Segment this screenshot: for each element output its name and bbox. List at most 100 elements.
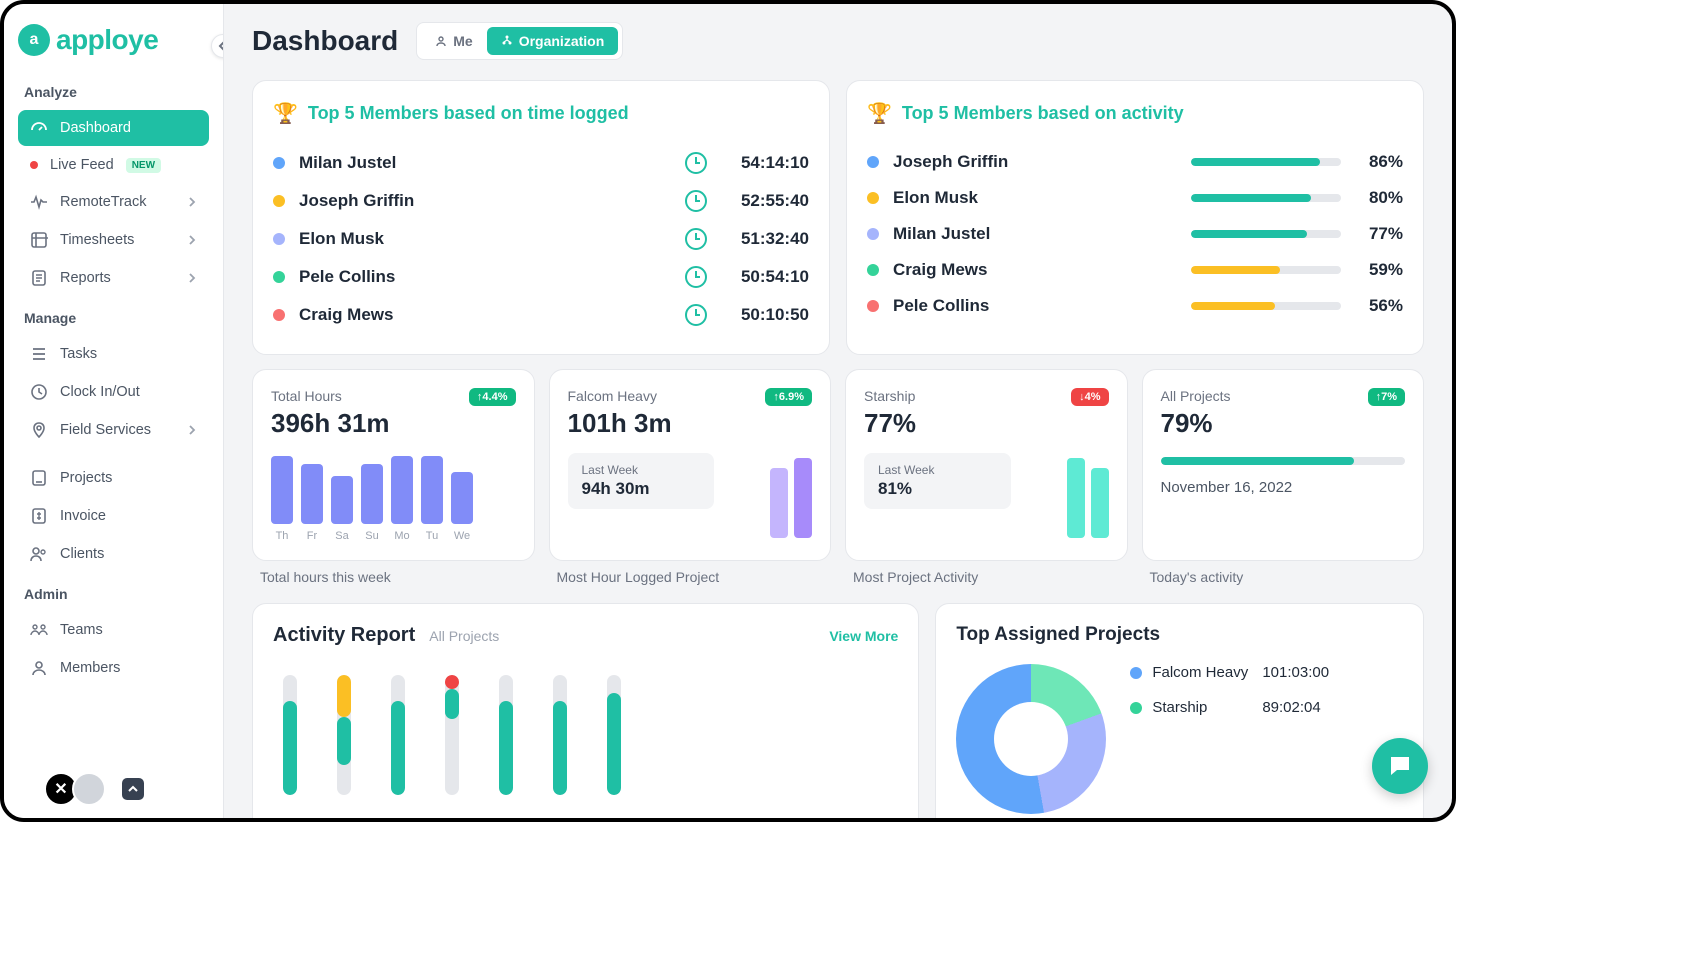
nav-label: Tasks xyxy=(60,346,97,362)
twin-bars xyxy=(770,458,812,538)
nav-invoice[interactable]: Invoice xyxy=(18,498,209,534)
nav-timesheets[interactable]: Timesheets xyxy=(18,222,209,258)
live-dot-icon xyxy=(30,161,38,169)
bar-label: Su xyxy=(365,530,378,542)
member-name: Elon Musk xyxy=(299,229,671,249)
clients-icon xyxy=(30,545,48,563)
teams-icon xyxy=(30,621,48,639)
last-week-label: Last Week xyxy=(878,463,997,477)
stat-value: 101h 3m xyxy=(568,408,813,439)
color-dot xyxy=(273,157,285,169)
activity-bar xyxy=(553,675,567,795)
bar xyxy=(301,464,323,524)
legend-name: Starship xyxy=(1152,699,1252,716)
chat-button[interactable] xyxy=(1372,738,1428,794)
member-name: Milan Justel xyxy=(299,153,671,173)
chat-icon xyxy=(1387,753,1413,779)
view-more-link[interactable]: View More xyxy=(829,628,898,644)
bar-label: We xyxy=(454,530,470,542)
activity-icon xyxy=(30,193,48,211)
stat-value: 77% xyxy=(864,408,1109,439)
trophy-icon: 🏆 xyxy=(273,101,298,126)
weekly-bars: ThFrSaSuMoTuWe xyxy=(271,457,516,542)
clock-icon xyxy=(30,383,48,401)
bar-label: Tu xyxy=(426,530,438,542)
nav-live-feed[interactable]: Live Feed NEW xyxy=(18,148,209,182)
sidebar: a apploye Analyze Dashboard Live Feed NE… xyxy=(4,4,224,818)
sidebar-collapse-button[interactable] xyxy=(211,34,224,58)
toggle-me[interactable]: Me xyxy=(421,27,486,55)
member-row: Craig Mews 50:10:50 xyxy=(273,296,809,334)
bar xyxy=(451,472,473,524)
stat-value: 396h 31m xyxy=(271,408,516,439)
footer-avatars: ✕ xyxy=(44,772,144,806)
view-toggle: Me Organization xyxy=(416,22,623,60)
section-admin: Admin xyxy=(24,586,209,602)
nav-projects[interactable]: Projects xyxy=(18,460,209,496)
stat-project-activity: Starship ↓4% 77% Last Week 81% xyxy=(845,369,1128,561)
progress-bar xyxy=(1161,457,1406,465)
caption: Total hours this week xyxy=(252,569,535,585)
member-row: Joseph Griffin 86% xyxy=(867,144,1403,180)
invoice-icon xyxy=(30,507,48,525)
bar xyxy=(331,476,353,524)
legend-dot xyxy=(1130,702,1142,714)
nav-remote-track[interactable]: RemoteTrack xyxy=(18,184,209,220)
member-row: Pele Collins 56% xyxy=(867,288,1403,324)
nav-label: RemoteTrack xyxy=(60,194,146,210)
color-dot xyxy=(867,264,879,276)
color-dot xyxy=(867,300,879,312)
bar xyxy=(271,456,293,524)
color-dot xyxy=(867,228,879,240)
nav-reports[interactable]: Reports xyxy=(18,260,209,296)
bar-label: Th xyxy=(276,530,289,542)
nav-label: Clients xyxy=(60,546,104,562)
title-text: Top 5 Members based on activity xyxy=(902,103,1184,124)
bar-column: Mo xyxy=(391,456,413,542)
toggle-label: Me xyxy=(453,33,472,49)
nav-label: Members xyxy=(60,660,120,676)
person-icon xyxy=(435,35,447,47)
stat-value: 79% xyxy=(1161,408,1406,439)
nav-teams[interactable]: Teams xyxy=(18,612,209,648)
progress-bar xyxy=(1191,302,1341,310)
nav-dashboard[interactable]: Dashboard xyxy=(18,110,209,146)
stat-total-hours: Total Hours ↑4.4% 396h 31m ThFrSaSuMoTuW… xyxy=(252,369,535,561)
trend-badge: ↓4% xyxy=(1071,388,1108,406)
clock-icon xyxy=(685,228,707,250)
activity-report-card: Activity Report All Projects View More xyxy=(252,603,919,818)
percent-value: 86% xyxy=(1355,152,1403,172)
brand-logo: a apploye xyxy=(18,24,209,56)
section-manage: Manage xyxy=(24,310,209,326)
progress-bar xyxy=(1191,266,1341,274)
scroll-up-button[interactable] xyxy=(122,778,144,800)
section-analyze: Analyze xyxy=(24,84,209,100)
activity-bar xyxy=(337,675,351,795)
clock-icon xyxy=(685,266,707,288)
trophy-icon: 🏆 xyxy=(867,101,892,126)
time-value: 50:54:10 xyxy=(729,267,809,287)
nav-clock[interactable]: Clock In/Out xyxy=(18,374,209,410)
toggle-organization[interactable]: Organization xyxy=(487,27,619,55)
nav-tasks[interactable]: Tasks xyxy=(18,336,209,372)
bar-column: Th xyxy=(271,456,293,542)
chevron-right-icon xyxy=(187,273,197,283)
nav-members[interactable]: Members xyxy=(18,650,209,686)
chevron-right-icon xyxy=(187,197,197,207)
nav-field[interactable]: Field Services xyxy=(18,412,209,448)
bar xyxy=(421,456,443,524)
clock-icon xyxy=(685,304,707,326)
nav-label: Field Services xyxy=(60,422,151,438)
member-name: Milan Justel xyxy=(893,224,1177,244)
activity-bars xyxy=(273,665,898,795)
last-week-label: Last Week xyxy=(582,463,701,477)
bar-column: Fr xyxy=(301,464,323,542)
top-activity-card: 🏆 Top 5 Members based on activity Joseph… xyxy=(846,80,1424,355)
trend-badge: ↑6.9% xyxy=(765,388,812,406)
nav-clients[interactable]: Clients xyxy=(18,536,209,572)
avatar[interactable] xyxy=(72,772,106,806)
gauge-icon xyxy=(30,119,48,137)
bar-label: Fr xyxy=(307,530,317,542)
member-name: Craig Mews xyxy=(299,305,671,325)
main-content: Dashboard Me Organization 🏆 Top 5 Member… xyxy=(224,4,1452,818)
